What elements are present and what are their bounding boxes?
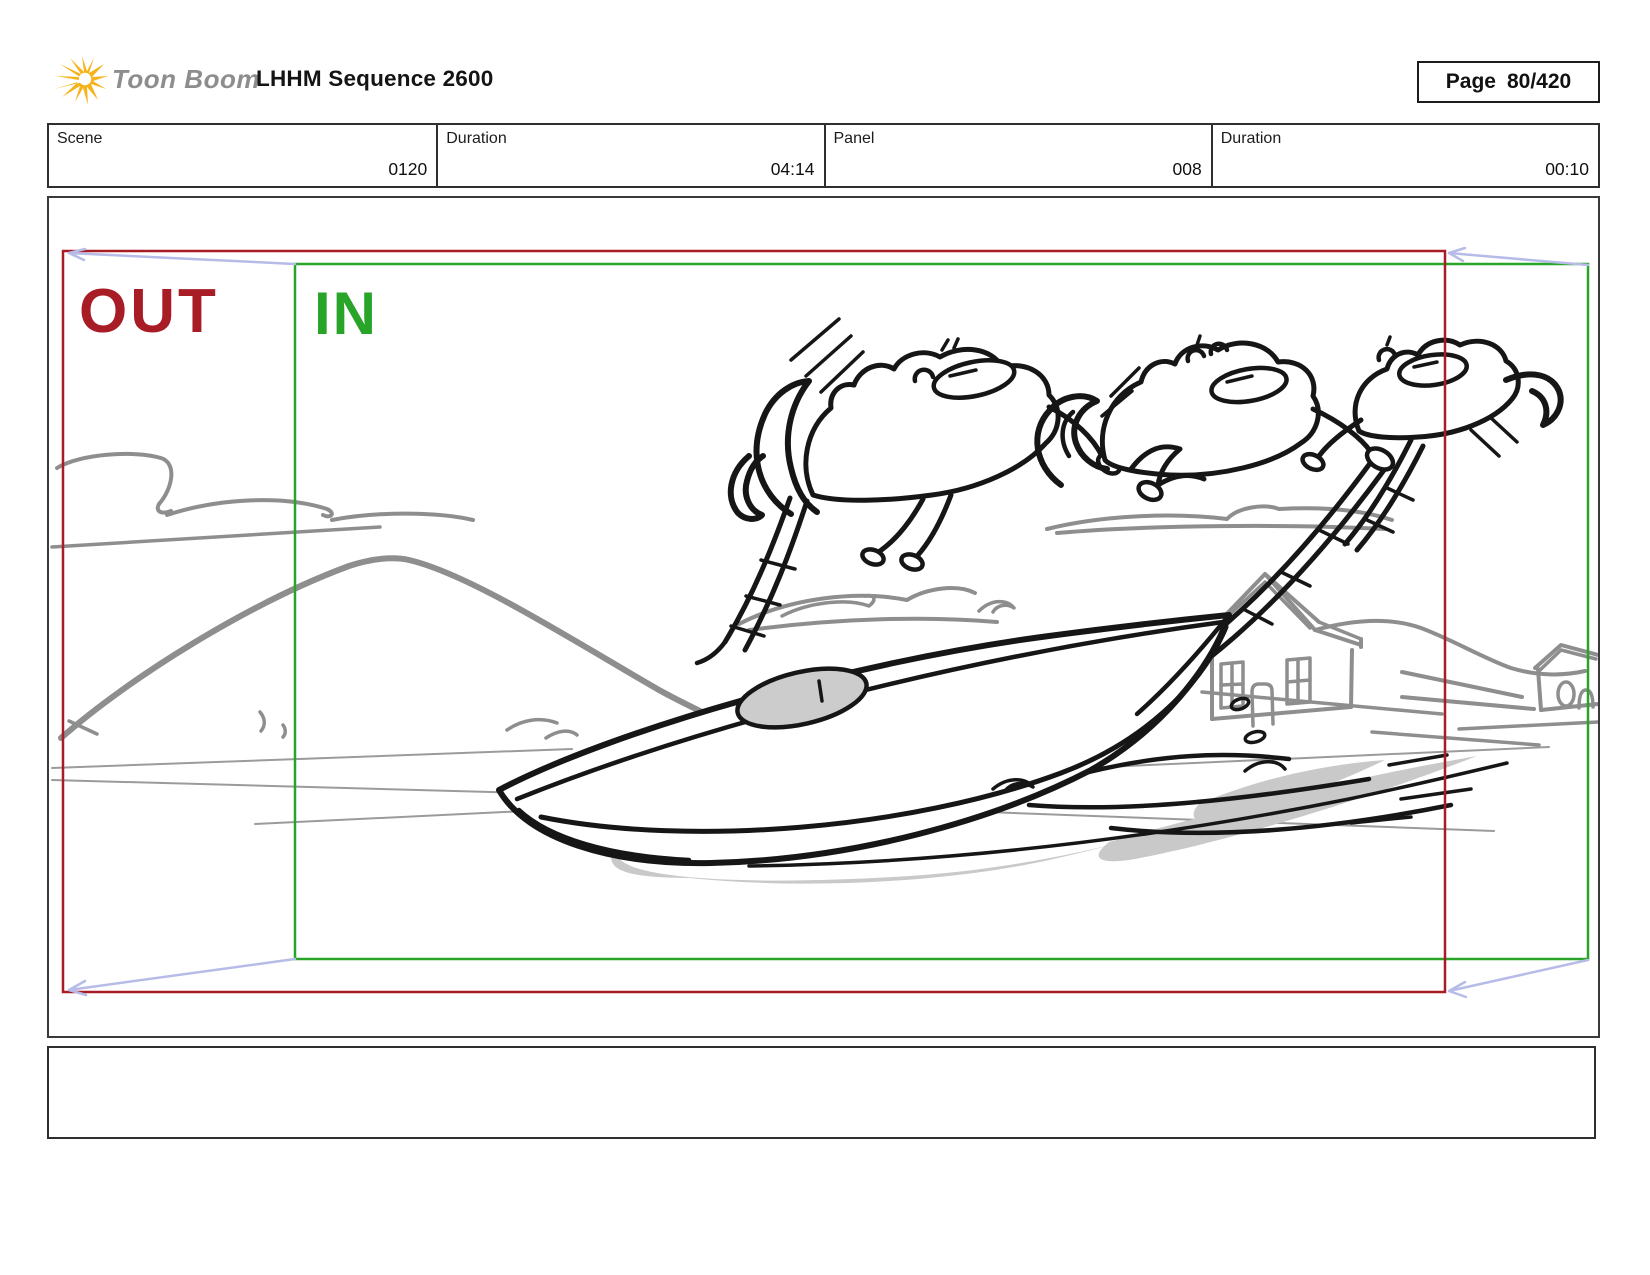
storyboard-drawing: OUT IN [50,246,1598,999]
info-bar: Scene 0120 Duration 04:14 Panel 008 Dura… [47,123,1600,188]
logo-wordmark: Toon Boom [112,64,260,94]
character-2 [1034,334,1396,665]
info-cell-scene: Scene 0120 [49,125,436,186]
info-cell-scene-duration: Duration 04:14 [436,125,823,186]
camera-arrow-top-right [1447,246,1590,267]
info-cell-panel: Panel 008 [823,125,1211,186]
kayak [496,612,1232,867]
camera-arrow-bottom-left [67,957,297,997]
sequence-title: LHHM Sequence 2600 [256,66,494,91]
toonboom-logo-icon [54,56,108,106]
character-1 [694,317,1123,666]
out-label: OUT [79,277,219,346]
scene-label: Scene [57,130,103,147]
info-cell-panel-duration: Duration 00:10 [1210,125,1598,186]
character-3 [1300,335,1564,553]
scene-duration-value: 04:14 [770,159,815,179]
page-value: 80/420 [1506,70,1572,93]
panel-duration-label: Duration [1220,130,1282,147]
scene-duration-label: Duration [446,130,507,147]
page-label: Page [1445,70,1496,93]
panel-label: Panel [833,130,875,147]
page: { "header": { "logo_text": "Toon Boom", … [0,0,1650,1275]
camera-arrow-bottom-right [1447,958,1590,999]
caption-box [47,1046,1596,1139]
house-sketch [1200,572,1444,728]
scene-value: 0120 [388,159,428,179]
storyboard-panel: OUT IN [47,196,1600,1038]
panel-value: 008 [1172,159,1202,179]
panel-duration-value: 00:10 [1545,159,1589,179]
in-label: IN [314,280,378,347]
page-number-box: Page 80/420 [1417,61,1600,103]
